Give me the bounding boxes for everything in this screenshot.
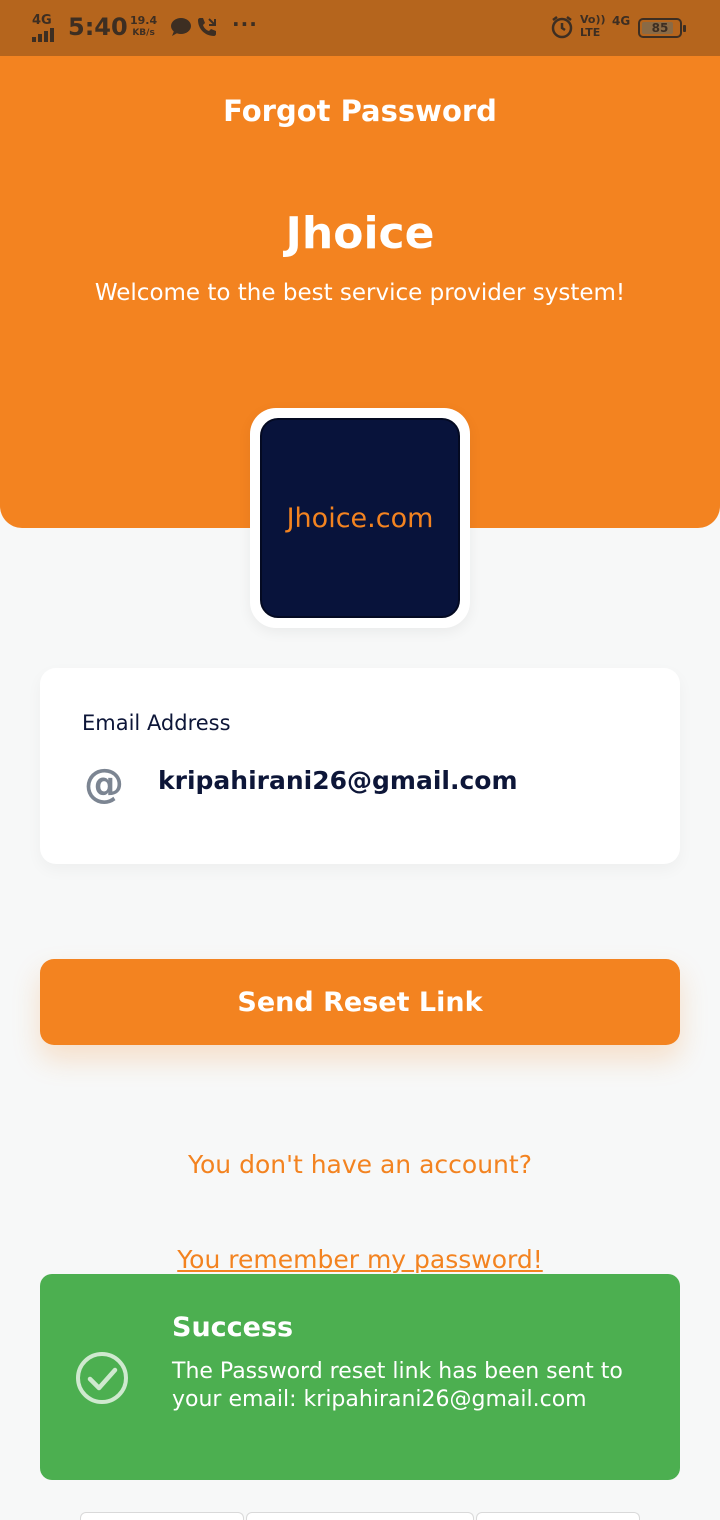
network-speed-value: 19.4 [130,14,158,27]
chat-icon [170,17,192,41]
app-logo: Jhoice.com [250,408,470,628]
missed-call-icon [196,16,218,42]
page-title: Forgot Password [223,94,497,128]
at-icon: @ [84,761,124,807]
app-name: Jhoice [285,208,435,259]
send-reset-link-button[interactable]: Send Reset Link [40,959,680,1045]
network-speed-unit: KB/s [132,28,155,38]
battery-icon: 85 [638,18,686,38]
network-type: 4G [32,13,52,28]
signal-icon [32,28,54,42]
email-field[interactable]: Email Address @ kripahirani26@gmail.com [40,668,680,864]
toast-message: The Password reset link has been sent to… [172,1359,623,1412]
volte-top: Vo)) [580,13,606,26]
bottom-tabs [80,1512,640,1520]
more-notifications-icon: ··· [232,12,258,36]
status-bar: 4G 5:40 19.4 KB/s ··· Vo)) LTE 4G 85 [0,0,720,56]
tagline: Welcome to the best service provider sys… [94,280,626,306]
register-link[interactable]: You don't have an account? [0,1150,720,1179]
logo-text: Jhoice.com [286,502,434,534]
toast-title: Success [172,1312,294,1343]
volte-indicator: Vo)) LTE [580,13,606,39]
bottom-tab[interactable] [476,1512,640,1520]
network-type-right: 4G [612,14,631,28]
bottom-tab[interactable] [246,1512,474,1520]
success-toast[interactable]: Success The Password reset link has been… [40,1274,680,1480]
email-label: Email Address [82,711,231,735]
email-input[interactable]: kripahirani26@gmail.com [158,766,518,795]
check-circle-icon [74,1350,130,1410]
volte-bottom: LTE [580,26,601,39]
bottom-tab[interactable] [80,1512,244,1520]
login-link[interactable]: You remember my password! [0,1245,720,1274]
alarm-icon [550,15,574,43]
battery-level: 85 [651,21,669,35]
network-speed: 19.4 KB/s [130,15,157,39]
clock: 5:40 [68,13,128,41]
logo-tile: Jhoice.com [260,418,460,618]
